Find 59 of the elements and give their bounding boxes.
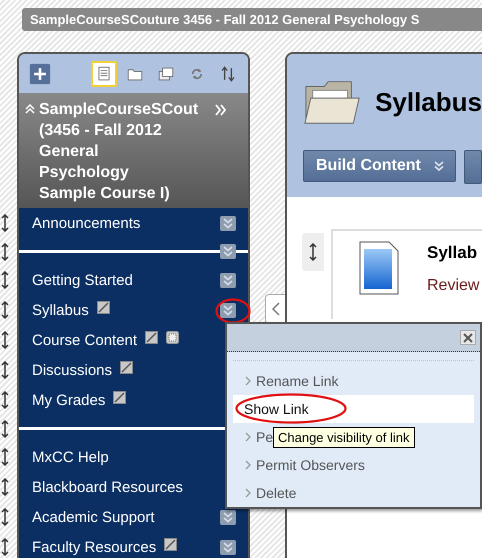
chevron-icon[interactable]	[220, 302, 236, 318]
course-menu-link[interactable]: Academic Support	[32, 508, 155, 526]
menu-item[interactable]: Rename Link	[256, 373, 338, 389]
drag-handle-icon[interactable]	[1, 508, 9, 526]
drag-handle-icon[interactable]	[1, 420, 9, 438]
course-menu-link[interactable]: Syllabus	[32, 302, 89, 318]
chevron-icon[interactable]	[220, 510, 236, 524]
course-menu-link[interactable]: Faculty Resources	[32, 538, 156, 556]
tooltip: Change visibility of link	[273, 427, 415, 448]
hidden-status-icon	[120, 361, 134, 374]
course-menu-link[interactable]: Getting Started	[32, 272, 133, 288]
menu-item[interactable]: Delete	[256, 485, 296, 501]
drag-handle-icon[interactable]	[1, 271, 9, 289]
course-menu-link[interactable]: Course Content	[32, 332, 138, 348]
breadcrumb-bar: SampleCourseSCouture 3456 - Fall 2012 General Psychology S	[22, 8, 482, 31]
course-menu-link[interactable]: MxCC Help	[32, 448, 109, 466]
arrow-right-icon	[245, 488, 251, 498]
page-title: Syllabus	[375, 86, 482, 118]
close-button[interactable]	[460, 330, 476, 345]
drag-handle-icon[interactable]	[1, 448, 9, 466]
course-menu-link[interactable]: Discussions	[32, 362, 112, 378]
menu-item[interactable]: Permit Observers	[256, 457, 365, 473]
drag-handle-icon[interactable]	[1, 301, 9, 319]
chevron-icon[interactable]	[220, 272, 236, 288]
expand-icon[interactable]	[215, 104, 227, 116]
menu-item[interactable]: Pe	[256, 429, 274, 445]
course-menu-link[interactable]: My Grades	[32, 392, 106, 408]
chevron-icon[interactable]	[220, 540, 236, 554]
drag-handle[interactable]	[302, 233, 324, 271]
chevron-icon	[432, 160, 445, 172]
drag-handle-icon[interactable]	[309, 243, 317, 261]
build-content-button[interactable]: Build Content	[303, 150, 456, 182]
document-icon	[359, 241, 399, 295]
chevron-left-icon	[272, 302, 280, 316]
collapse-icon[interactable]	[25, 104, 35, 114]
course-menu-link[interactable]: Announcements	[32, 214, 140, 232]
drag-handle-icon[interactable]	[1, 331, 9, 349]
hidden-status-icon	[145, 331, 158, 344]
drag-handle-icon[interactable]	[1, 538, 9, 556]
drag-handle-icon[interactable]	[1, 478, 9, 496]
hidden-status-icon	[96, 301, 110, 314]
arrow-right-icon	[245, 460, 251, 470]
toolbar-button[interactable]	[464, 150, 482, 184]
course-menu-link[interactable]: Blackboard Resources	[32, 478, 183, 496]
drag-handle-icon[interactable]	[1, 214, 9, 232]
arrow-right-icon	[245, 376, 251, 386]
item-title[interactable]: Syllab	[427, 243, 480, 263]
hidden-status-icon	[164, 538, 178, 551]
item-description: Review	[427, 277, 480, 295]
folder-icon	[303, 78, 362, 126]
drag-handle-icon[interactable]	[1, 391, 9, 409]
empty-status-icon	[166, 331, 180, 344]
collapse-tab[interactable]	[265, 294, 285, 324]
chevron-icon[interactable]	[220, 216, 236, 230]
drag-handle-icon[interactable]	[1, 242, 9, 260]
arrow-right-icon	[245, 432, 251, 442]
hidden-status-icon	[113, 391, 126, 404]
drag-handle-icon[interactable]	[1, 361, 9, 379]
list-view-icon[interactable]	[91, 60, 117, 86]
